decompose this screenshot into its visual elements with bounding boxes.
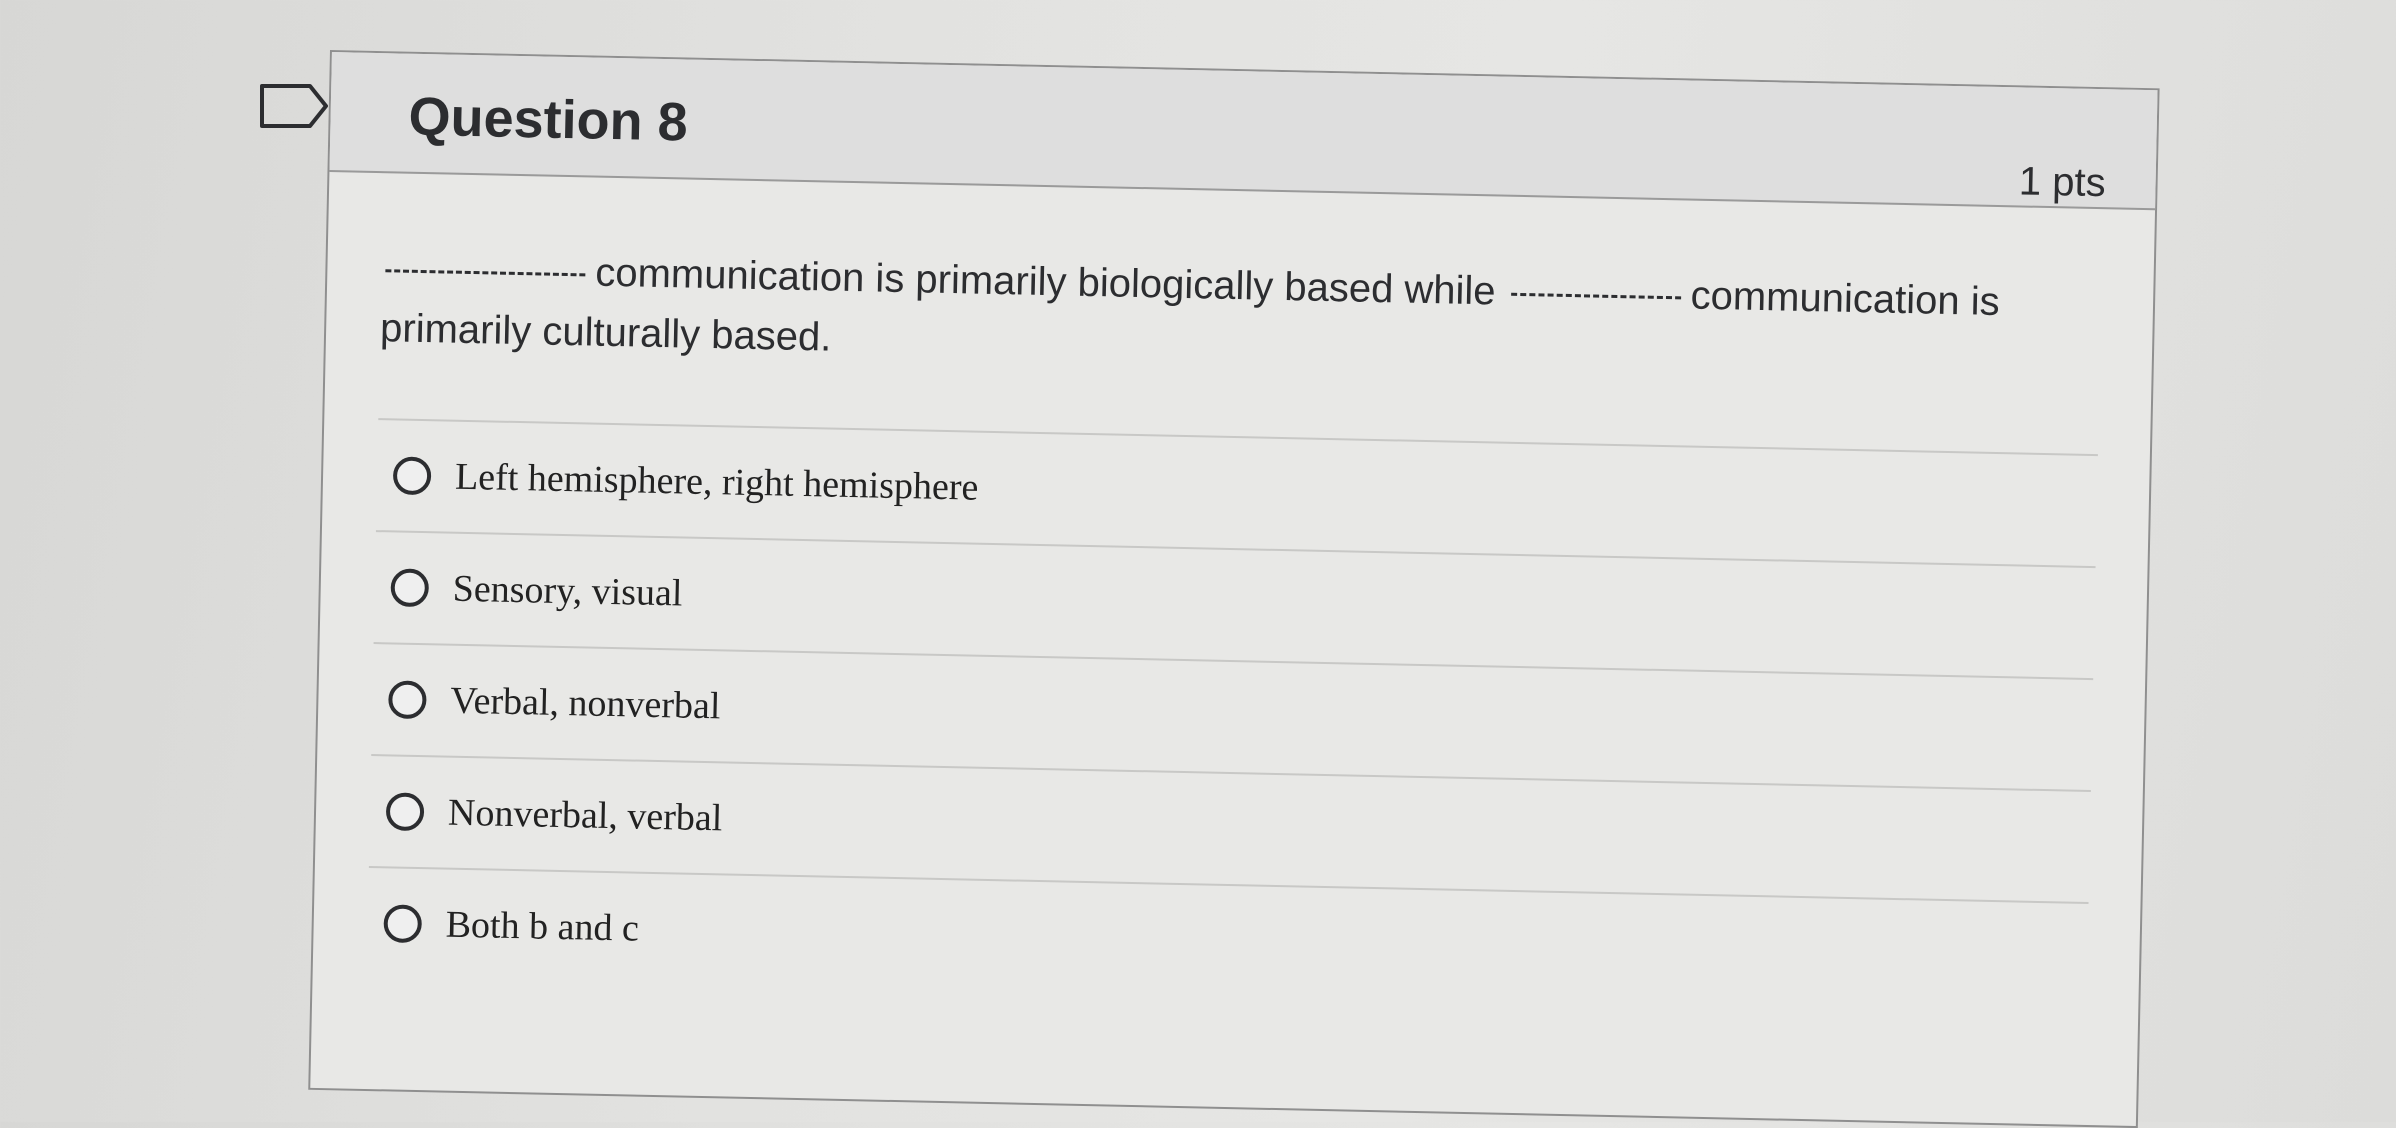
- answer-label: Sensory, visual: [452, 567, 683, 615]
- answer-list: Left hemisphere, right hemisphere Sensor…: [366, 418, 2098, 1014]
- blank-1: [385, 269, 586, 277]
- question-text-part1: communication is primarily biologically …: [594, 250, 1497, 314]
- question-text: communication is primarily biologically …: [380, 238, 2102, 394]
- radio-button[interactable]: [390, 568, 430, 608]
- question-points: 1 pts: [2018, 159, 2107, 206]
- question-card: Question 8 1 pts communication is primar…: [308, 50, 2160, 1128]
- flag-icon[interactable]: [258, 82, 330, 130]
- question-header: Question 8 1 pts: [329, 52, 2158, 211]
- blank-2: [1510, 292, 1681, 300]
- radio-button[interactable]: [388, 680, 427, 720]
- answer-label: Both b and c: [445, 903, 640, 950]
- question-title: Question 8: [407, 86, 689, 153]
- answer-label: Verbal, nonverbal: [449, 679, 721, 728]
- question-body: communication is primarily biologically …: [366, 238, 2102, 1014]
- answer-label: Nonverbal, verbal: [447, 791, 723, 840]
- radio-button[interactable]: [385, 792, 425, 832]
- radio-button[interactable]: [383, 904, 423, 944]
- answer-label: Left hemisphere, right hemisphere: [454, 455, 979, 509]
- radio-button[interactable]: [392, 456, 432, 496]
